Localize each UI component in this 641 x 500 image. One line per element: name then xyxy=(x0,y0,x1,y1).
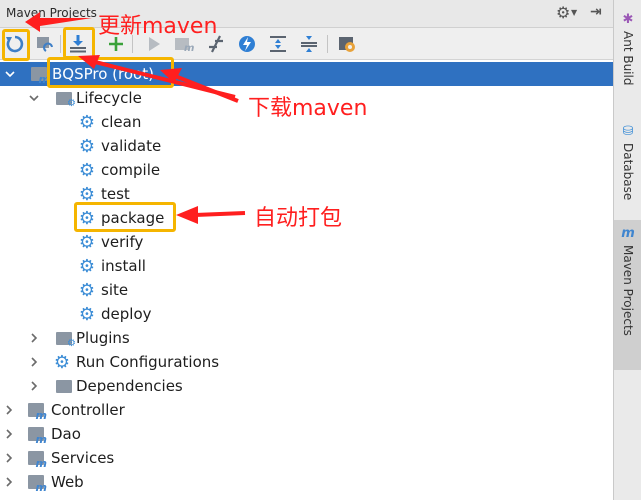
tree-node-module-web[interactable]: Web xyxy=(0,470,613,494)
folder-icon xyxy=(55,377,73,395)
download-sources-button[interactable] xyxy=(66,32,90,56)
lifecycle-phase-verify[interactable]: ⚙ verify xyxy=(0,230,613,254)
maven-module-icon xyxy=(30,65,50,86)
annotation-download-maven: 下载maven xyxy=(248,96,368,121)
chevron-down-icon[interactable] xyxy=(4,68,16,80)
tree-node-dependencies[interactable]: Dependencies xyxy=(0,374,613,398)
toggle-skip-tests-button[interactable] xyxy=(235,32,259,56)
chevron-right-icon[interactable] xyxy=(28,356,40,368)
folder-gear-icon: ⚙ xyxy=(55,329,76,349)
chevron-right-icon[interactable] xyxy=(3,452,15,464)
maven-projects-tree: BQSPro (root) ⚙ Lifecycle ⚙ clean ⚙ vali… xyxy=(0,60,613,500)
lifecycle-phase-site[interactable]: ⚙ site xyxy=(0,278,613,302)
tree-node-label: Dependencies xyxy=(76,377,183,395)
tree-node-module-services[interactable]: Services xyxy=(0,446,613,470)
tree-node-label: Plugins xyxy=(76,329,130,347)
panel-title: Maven Projects xyxy=(6,6,97,20)
maven-module-icon xyxy=(27,473,47,494)
maven-settings-button[interactable] xyxy=(335,32,359,56)
tree-node-label: validate xyxy=(101,137,162,155)
tree-node-label: Run Configurations xyxy=(76,353,220,371)
generate-sources-button[interactable] xyxy=(33,32,57,56)
tab-maven-projects[interactable]: m Maven Projects xyxy=(614,220,641,370)
tree-node-label: compile xyxy=(101,161,161,179)
chevron-right-icon[interactable] xyxy=(28,380,40,392)
panel-title-bar: Maven Projects ⚙ ▼ ⇥ xyxy=(0,0,613,28)
tree-node-label: install xyxy=(101,257,146,275)
maven-icon: m xyxy=(621,226,635,241)
tree-node-plugins[interactable]: ⚙ Plugins xyxy=(0,326,613,350)
tab-ant-build[interactable]: ✱ Ant Build xyxy=(614,6,641,92)
tree-node-label: site xyxy=(101,281,129,299)
database-icon: ⛁ xyxy=(622,124,634,139)
lifecycle-phase-compile[interactable]: ⚙ compile xyxy=(0,158,613,182)
annotation-auto-package: 自动打包 xyxy=(254,206,343,231)
tree-node-label: Controller xyxy=(51,401,125,419)
gear-icon: ⚙ xyxy=(78,279,96,301)
tree-node-label: package xyxy=(101,209,165,227)
expand-all-button[interactable] xyxy=(266,32,290,56)
chevron-right-icon[interactable] xyxy=(28,332,40,344)
expand-all-icon xyxy=(270,36,286,52)
tree-node-root[interactable]: BQSPro (root) xyxy=(0,62,613,86)
gear-icon: ⚙ xyxy=(78,183,96,205)
gear-icon: ⚙ xyxy=(78,255,96,277)
tree-node-label: verify xyxy=(101,233,144,251)
lifecycle-phase-validate[interactable]: ⚙ validate xyxy=(0,134,613,158)
tree-node-label: Web xyxy=(51,473,84,491)
tree-node-label: Dao xyxy=(51,425,81,443)
tab-label: Ant Build xyxy=(621,31,635,86)
collapse-all-button[interactable] xyxy=(297,32,321,56)
gear-icon: ⚙ xyxy=(78,231,96,253)
skip-tests-icon xyxy=(239,36,255,52)
tree-node-label: Services xyxy=(51,449,115,467)
tree-node-label: test xyxy=(101,185,130,203)
maven-module-icon xyxy=(27,425,47,446)
tree-node-module-dao[interactable]: Dao xyxy=(0,422,613,446)
maven-module-icon xyxy=(27,401,47,422)
maven-projects-panel: Maven Projects ⚙ ▼ ⇥ m m BQSPro (root) ⚙… xyxy=(0,0,613,500)
hide-panel-icon[interactable]: ⇥ xyxy=(590,4,602,20)
tree-node-label: deploy xyxy=(101,305,152,323)
chevron-right-icon[interactable] xyxy=(3,476,15,488)
gear-icon: ⚙ xyxy=(78,303,96,325)
chevron-right-icon[interactable] xyxy=(3,428,15,440)
chevron-down-icon[interactable] xyxy=(28,92,40,104)
tree-node-label: clean xyxy=(101,113,142,131)
panel-settings-caret-icon[interactable]: ▼ xyxy=(571,8,577,17)
lifecycle-phase-deploy[interactable]: ⚙ deploy xyxy=(0,302,613,326)
toolbar-separator xyxy=(60,35,61,53)
generate-sources-icon xyxy=(37,37,53,52)
download-icon xyxy=(70,35,86,53)
gear-icon: ⚙ xyxy=(78,207,96,229)
annotation-update-maven: 更新maven xyxy=(98,14,218,39)
tree-node-run-configurations[interactable]: ⚙ Run Configurations xyxy=(0,350,613,374)
settings-icon xyxy=(339,37,355,52)
tree-node-label: Lifecycle xyxy=(76,89,142,107)
tab-database[interactable]: ⛁ Database xyxy=(614,118,641,204)
tab-label: Database xyxy=(621,143,635,201)
gear-icon: ⚙ xyxy=(53,351,71,373)
gear-icon: ⚙ xyxy=(78,135,96,157)
lifecycle-phase-install[interactable]: ⚙ install xyxy=(0,254,613,278)
maven-module-icon xyxy=(27,449,47,470)
gear-icon: ⚙ xyxy=(78,111,96,133)
reimport-icon xyxy=(6,35,24,53)
tree-node-module-controller[interactable]: Controller xyxy=(0,398,613,422)
tree-node-label: BQSPro (root) xyxy=(52,65,154,83)
tab-label: Maven Projects xyxy=(621,245,635,336)
folder-gear-icon: ⚙ xyxy=(55,89,76,109)
right-tool-window-bar: ✱ Ant Build ⛁ Database m Maven Projects xyxy=(613,0,641,500)
reimport-button[interactable] xyxy=(3,32,27,56)
panel-settings-gear-icon[interactable]: ⚙ xyxy=(556,4,570,22)
ant-icon: ✱ xyxy=(622,12,634,27)
gear-icon: ⚙ xyxy=(78,159,96,181)
chevron-right-icon[interactable] xyxy=(3,404,15,416)
svg-text:m: m xyxy=(184,43,194,53)
collapse-all-icon xyxy=(301,36,317,52)
maven-toolbar: m xyxy=(0,28,613,60)
toolbar-separator xyxy=(327,35,328,53)
